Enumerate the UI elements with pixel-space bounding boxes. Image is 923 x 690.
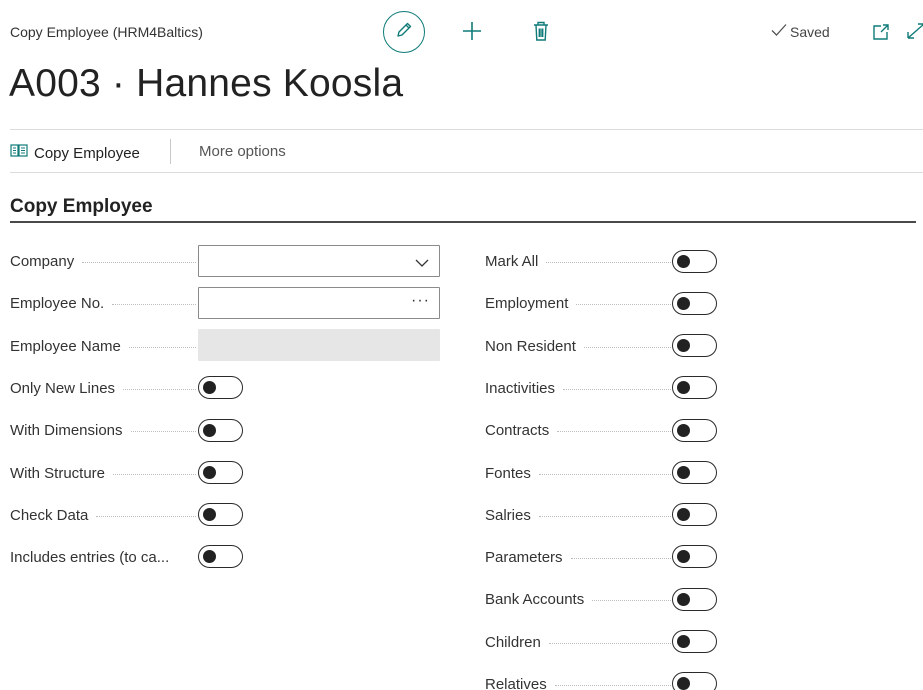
- field-label-relatives: Relatives: [485, 673, 671, 690]
- field-label-employment: Employment: [485, 292, 671, 314]
- field-label-parameters: Parameters: [485, 546, 671, 568]
- delete-button[interactable]: [529, 20, 553, 46]
- field-label-includes-entries: Includes entries (to ca...: [10, 546, 196, 568]
- top-bar: Copy Employee (HRM4Baltics) Saved: [0, 0, 923, 64]
- field-label-fontes: Fontes: [485, 462, 671, 484]
- edit-button[interactable]: [383, 11, 425, 53]
- relatives-toggle[interactable]: [672, 672, 717, 690]
- action-separator: [170, 139, 171, 164]
- copy-employee-action[interactable]: Copy Employee: [10, 143, 140, 163]
- plus-icon: [461, 20, 483, 47]
- salries-label: Salries: [485, 506, 539, 524]
- field-label-only-new-lines: Only New Lines: [10, 377, 196, 399]
- field-label-contracts: Contracts: [485, 419, 671, 441]
- field-label-non-resident: Non Resident: [485, 335, 671, 357]
- saved-status: Saved: [771, 23, 830, 40]
- non-resident-toggle[interactable]: [672, 334, 717, 357]
- employment-toggle[interactable]: [672, 292, 717, 315]
- chevron-down-icon: [415, 255, 429, 267]
- section-divider: [10, 221, 916, 223]
- field-label-company: Company: [10, 250, 196, 272]
- field-label-mark-all: Mark All: [485, 250, 671, 272]
- with-dimensions-label: With Dimensions: [10, 421, 131, 439]
- includes-entries-label: Includes entries (to ca...: [10, 548, 178, 566]
- with-dimensions-toggle[interactable]: [198, 419, 243, 442]
- inactivities-toggle[interactable]: [672, 376, 717, 399]
- field-label-employee-name: Employee Name: [10, 335, 196, 357]
- bank-accounts-label: Bank Accounts: [485, 590, 593, 608]
- employment-label: Employment: [485, 294, 577, 312]
- check-data-toggle[interactable]: [198, 503, 243, 526]
- trash-icon: [532, 20, 550, 47]
- fontes-toggle[interactable]: [672, 461, 717, 484]
- saved-label: Saved: [790, 23, 830, 40]
- open-in-new-window-icon: [872, 24, 890, 45]
- field-label-bank-accounts: Bank Accounts: [485, 588, 671, 610]
- children-toggle[interactable]: [672, 630, 717, 653]
- window-title: Copy Employee (HRM4Baltics): [10, 24, 203, 40]
- new-button[interactable]: [459, 20, 485, 46]
- fontes-label: Fontes: [485, 464, 539, 482]
- parameters-toggle[interactable]: [672, 545, 717, 568]
- page-title: A003 · Hannes Koosla: [9, 62, 404, 105]
- mark-all-toggle[interactable]: [672, 250, 717, 273]
- copy-document-icon: [10, 143, 28, 163]
- with-structure-toggle[interactable]: [198, 461, 243, 484]
- check-data-label: Check Data: [10, 506, 97, 524]
- pencil-icon: [395, 21, 413, 44]
- field-label-employee-no: Employee No.: [10, 292, 196, 314]
- employee-name-label: Employee Name: [10, 337, 129, 355]
- field-label-with-structure: With Structure: [10, 462, 196, 484]
- more-options-button[interactable]: More options: [199, 143, 286, 160]
- company-dropdown[interactable]: [198, 245, 440, 277]
- field-label-with-dimensions: With Dimensions: [10, 419, 196, 441]
- copy-employee-label: Copy Employee: [34, 144, 140, 162]
- bank-accounts-toggle[interactable]: [672, 588, 717, 611]
- contracts-label: Contracts: [485, 421, 558, 439]
- parameters-label: Parameters: [485, 548, 571, 566]
- expand-button[interactable]: [905, 21, 923, 41]
- only-new-lines-toggle[interactable]: [198, 376, 243, 399]
- company-label: Company: [10, 252, 83, 270]
- contracts-toggle[interactable]: [672, 419, 717, 442]
- field-label-children: Children: [485, 631, 671, 653]
- employee-no-label: Employee No.: [10, 294, 113, 312]
- checkmark-icon: [771, 23, 787, 40]
- non-resident-label: Non Resident: [485, 337, 584, 355]
- only-new-lines-label: Only New Lines: [10, 379, 124, 397]
- field-label-salries: Salries: [485, 504, 671, 526]
- inactivities-label: Inactivities: [485, 379, 564, 397]
- expand-icon: [905, 23, 923, 41]
- relatives-label: Relatives: [485, 675, 555, 690]
- employee-no-input[interactable]: ···: [198, 287, 440, 319]
- action-bar: Copy Employee More options: [10, 129, 923, 173]
- field-label-check-data: Check Data: [10, 504, 196, 526]
- children-label: Children: [485, 633, 549, 651]
- field-label-inactivities: Inactivities: [485, 377, 671, 399]
- employee-name-field: [198, 329, 440, 361]
- salries-toggle[interactable]: [672, 503, 717, 526]
- includes-entries-toggle[interactable]: [198, 545, 243, 568]
- mark-all-label: Mark All: [485, 252, 547, 270]
- open-in-new-window-button[interactable]: [872, 23, 890, 41]
- with-structure-label: With Structure: [10, 464, 114, 482]
- section-title: Copy Employee: [10, 196, 153, 217]
- ellipsis-icon[interactable]: ···: [411, 292, 430, 310]
